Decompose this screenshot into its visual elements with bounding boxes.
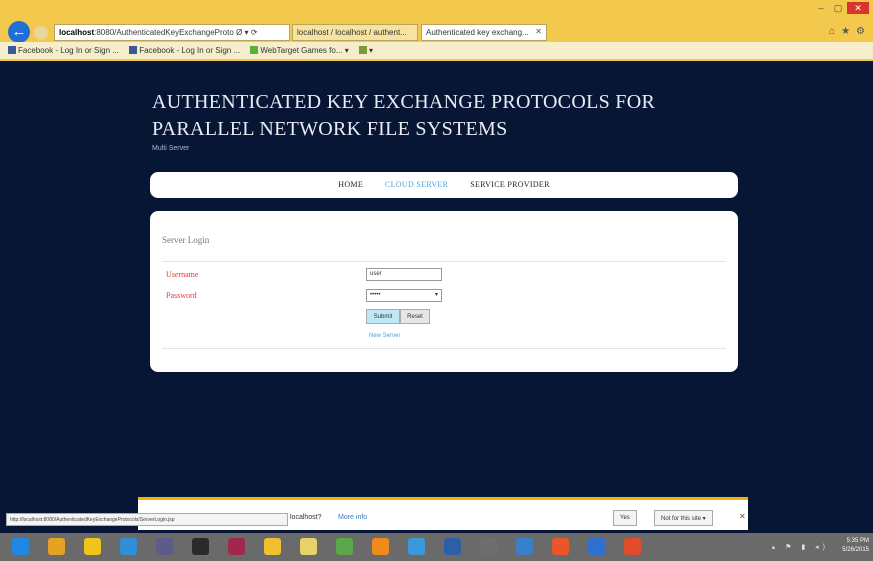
favorites-icon[interactable]: ★: [841, 26, 850, 37]
chrome-icon[interactable]: [48, 538, 65, 555]
more-info-link[interactable]: More info: [338, 514, 367, 521]
favorite-facebook-1[interactable]: Facebook - Log In or Sign ...: [8, 46, 119, 55]
not-for-this-site-button[interactable]: Not for this site ▾: [654, 510, 713, 526]
home-icon[interactable]: ⌂: [829, 26, 835, 37]
login-title: Server Login: [162, 235, 210, 245]
form-buttons: Submit Reset: [366, 309, 430, 324]
notification-close-icon[interactable]: ✕: [739, 512, 746, 521]
username-value: user: [370, 271, 382, 277]
app-7-icon[interactable]: [264, 538, 281, 555]
status-url: http://localhost:8080/AuthenticatedKeyEx…: [6, 513, 288, 526]
clock[interactable]: 5:35 PM 5/26/2015: [842, 537, 869, 555]
password-value: •••••: [370, 292, 381, 298]
main-navbar: HOME CLOUD SERVER SERVICE PROVIDER: [150, 172, 738, 198]
tab-authenticated-key-exchange[interactable]: Authenticated key exchang... ✕: [421, 24, 547, 41]
vlc-icon[interactable]: [372, 538, 389, 555]
app-15-icon[interactable]: [552, 538, 569, 555]
password-field[interactable]: ••••• ▾: [366, 289, 442, 302]
app-9-icon[interactable]: [336, 538, 353, 555]
app-2-icon[interactable]: [84, 538, 101, 555]
tab-close-icon[interactable]: ✕: [535, 27, 542, 36]
tab-label: Authenticated key exchang...: [426, 28, 529, 37]
tab-label: localhost / localhost / authent...: [297, 28, 407, 37]
divider: [162, 348, 726, 349]
yes-button[interactable]: Yes: [613, 510, 637, 526]
webtarget-icon: [250, 46, 259, 54]
app-14-icon[interactable]: [516, 538, 533, 555]
site-title: AUTHENTICATED KEY EXCHANGE PROTOCOLS FOR…: [152, 91, 656, 140]
login-panel: Server Login Username user Password ••••…: [150, 211, 738, 372]
clock-date: 5/26/2015: [842, 547, 869, 553]
app-8-icon[interactable]: [300, 538, 317, 555]
windows-logo-icon[interactable]: [12, 538, 29, 555]
favorite-more[interactable]: ▾: [358, 46, 373, 55]
nav-service-provider[interactable]: SERVICE PROVIDER: [470, 180, 550, 189]
app-13-icon[interactable]: [480, 538, 497, 555]
favorites-bar: Facebook - Log In or Sign ... Facebook -…: [0, 42, 873, 60]
favorite-label: Facebook - Log In or Sign ...: [139, 46, 241, 55]
app-16-icon[interactable]: [588, 538, 605, 555]
close-window-button[interactable]: ✕: [847, 2, 869, 14]
app-4-icon[interactable]: [156, 538, 173, 555]
app-17-icon[interactable]: [624, 538, 641, 555]
facebook-icon: [129, 46, 138, 54]
window-controls: – ▢ ✕: [813, 2, 869, 14]
username-field[interactable]: user: [366, 268, 442, 281]
nav-home[interactable]: HOME: [338, 180, 363, 189]
address-path: :8080/AuthenticatedKeyExchangeProto: [94, 28, 234, 37]
app-11-icon[interactable]: [408, 538, 425, 555]
clock-time: 5:35 PM: [846, 538, 869, 544]
address-actions[interactable]: Ø ▾ ⟳: [236, 28, 257, 37]
browser-chrome: ← localhost:8080/AuthenticatedKeyExchang…: [0, 0, 873, 43]
favorite-facebook-2[interactable]: Facebook - Log In or Sign ...: [129, 46, 240, 55]
address-bar[interactable]: localhost:8080/AuthenticatedKeyExchangeP…: [54, 24, 290, 41]
address-host: localhost: [59, 28, 95, 37]
app-6-icon[interactable]: [228, 538, 245, 555]
chevron-down-icon: ▾: [434, 292, 438, 298]
site-subtitle: Multi Server: [152, 145, 190, 152]
favorite-label: ▾: [368, 46, 373, 55]
web-slice-icon: [358, 46, 367, 54]
forward-button[interactable]: [34, 26, 48, 40]
back-button[interactable]: ←: [8, 21, 30, 43]
password-label: Password: [166, 291, 197, 300]
app-12-icon[interactable]: [444, 538, 461, 555]
internet-explorer-icon[interactable]: [120, 538, 137, 555]
favorite-webtarget[interactable]: WebTarget Games fo... ▾: [250, 46, 349, 55]
app-5-icon[interactable]: [192, 538, 209, 555]
submit-button[interactable]: Submit: [366, 309, 400, 324]
favorite-label: WebTarget Games fo... ▾: [260, 46, 349, 55]
reset-button[interactable]: Reset: [400, 309, 430, 324]
minimize-button[interactable]: –: [813, 2, 829, 14]
notification-text: localhost?: [290, 514, 322, 521]
tab-localhost[interactable]: localhost / localhost / authent...: [292, 24, 418, 41]
divider: [162, 261, 726, 262]
settings-icon[interactable]: ⚙: [856, 26, 865, 37]
taskbar: ▴ ⚑ ▮ ◂) 5:35 PM 5/26/2015: [0, 533, 873, 561]
maximize-button[interactable]: ▢: [830, 2, 846, 14]
nav-cloud-server[interactable]: CLOUD SERVER: [385, 180, 448, 189]
new-server-link[interactable]: New Server: [369, 333, 400, 339]
toolbar-icons: ⌂ ★ ⚙: [829, 26, 865, 37]
favorite-label: Facebook - Log In or Sign ...: [18, 46, 119, 55]
username-label: Username: [166, 270, 199, 279]
page-content: AUTHENTICATED KEY EXCHANGE PROTOCOLS FOR…: [0, 61, 873, 533]
facebook-icon: [8, 46, 16, 54]
system-tray[interactable]: ▴ ⚑ ▮ ◂): [772, 543, 829, 551]
